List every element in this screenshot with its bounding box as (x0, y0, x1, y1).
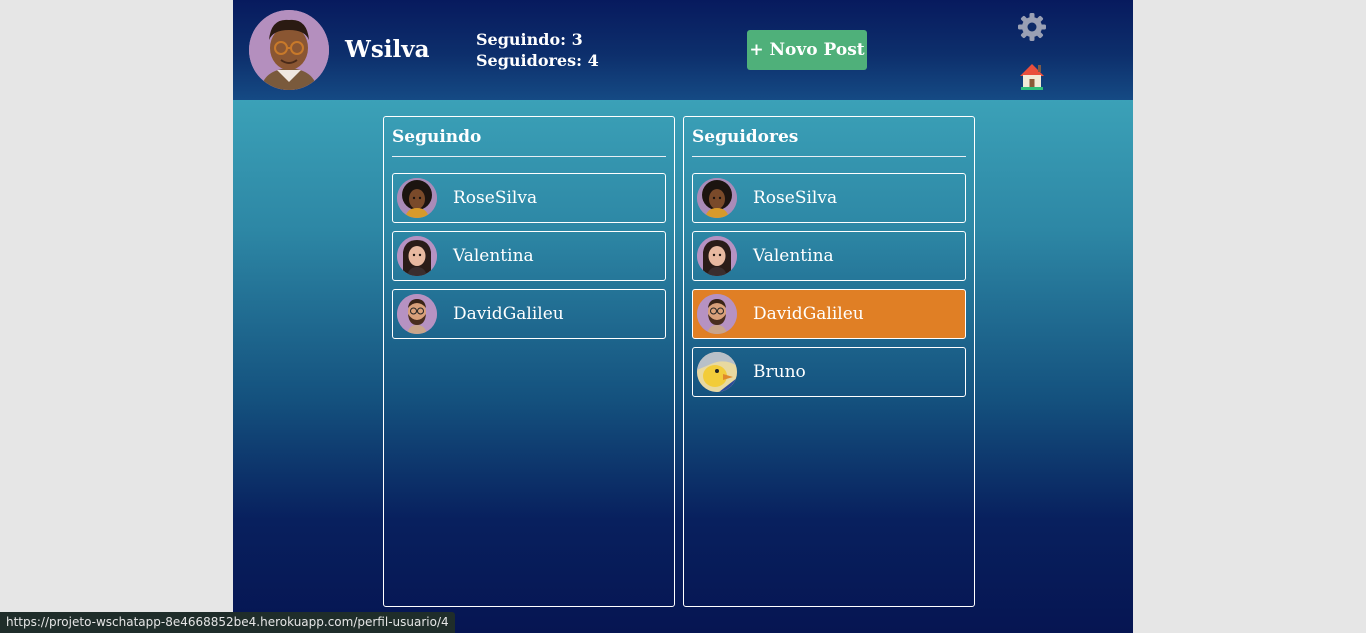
duck-avatar-icon (697, 352, 737, 392)
new-post-button[interactable]: + Novo Post (747, 30, 867, 70)
status-bar-url: https://projeto-wschatapp-8e4668852be4.h… (0, 612, 455, 633)
profile-username: Wsilva (345, 36, 430, 63)
follower-item-rosesilva[interactable]: RoseSilva (692, 173, 966, 223)
following-item-valentina[interactable]: Valentina (392, 231, 666, 281)
user-name: Valentina (753, 246, 834, 266)
home-icon (1020, 64, 1044, 90)
gear-icon (1018, 13, 1046, 41)
top-bar: Wsilva Seguindo: 3 Seguidores: 4 + Novo … (233, 0, 1133, 100)
user-avatar (697, 236, 737, 276)
woman-curly-avatar-icon (397, 178, 437, 218)
user-name: RoseSilva (453, 188, 538, 208)
app-container: Wsilva Seguindo: 3 Seguidores: 4 + Novo … (233, 0, 1133, 633)
following-panel-title: Seguindo (392, 127, 482, 147)
user-name: RoseSilva (753, 188, 838, 208)
user-avatar (697, 294, 737, 334)
user-name: Valentina (453, 246, 534, 266)
home-button[interactable] (1016, 60, 1048, 92)
user-avatar (697, 352, 737, 392)
following-count: Seguindo: 3 (476, 30, 583, 49)
bearded-man-avatar-icon (397, 294, 437, 334)
followers-panel-title: Seguidores (692, 127, 799, 147)
follower-item-valentina[interactable]: Valentina (692, 231, 966, 281)
user-avatar (697, 178, 737, 218)
user-name: Bruno (753, 362, 806, 382)
divider (392, 156, 666, 157)
followers-count: Seguidores: 4 (476, 51, 599, 70)
divider (692, 156, 966, 157)
user-avatar (397, 178, 437, 218)
following-item-davidgalileu[interactable]: DavidGalileu (392, 289, 666, 339)
user-name: DavidGalileu (753, 304, 864, 324)
follower-item-bruno[interactable]: Bruno (692, 347, 966, 397)
user-avatar (397, 294, 437, 334)
woman-curly-avatar-icon (697, 178, 737, 218)
bearded-man-avatar-icon (697, 294, 737, 334)
man-glasses-avatar-icon (249, 10, 329, 90)
profile-avatar[interactable] (249, 10, 329, 90)
settings-button[interactable] (1016, 11, 1048, 43)
user-avatar (397, 236, 437, 276)
followers-panel: Seguidores RoseSilva Valentina DavidGali… (683, 116, 975, 607)
following-panel: Seguindo RoseSilva Valentina DavidGalile… (383, 116, 675, 607)
woman-avatar-icon (697, 236, 737, 276)
following-list: RoseSilva Valentina DavidGalileu (392, 173, 666, 347)
woman-avatar-icon (397, 236, 437, 276)
profile-stats: Seguindo: 3 Seguidores: 4 (476, 29, 599, 71)
followers-list: RoseSilva Valentina DavidGalileu Bruno (692, 173, 966, 405)
following-item-rosesilva[interactable]: RoseSilva (392, 173, 666, 223)
follower-item-davidgalileu[interactable]: DavidGalileu (692, 289, 966, 339)
user-name: DavidGalileu (453, 304, 564, 324)
